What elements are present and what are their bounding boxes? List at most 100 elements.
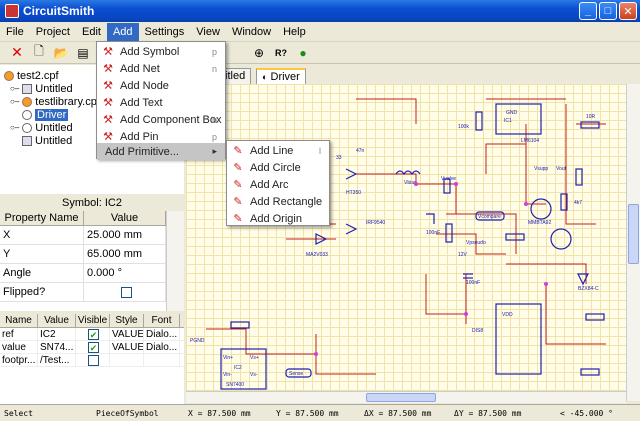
table-cell[interactable]: VALUE bbox=[110, 328, 144, 340]
menu-edit[interactable]: Edit bbox=[76, 23, 107, 41]
visible-checkbox[interactable] bbox=[88, 354, 99, 366]
close-button[interactable]: ✕ bbox=[619, 2, 637, 20]
run-icon[interactable]: ● bbox=[294, 44, 312, 62]
menu-file[interactable]: File bbox=[0, 23, 30, 41]
help-query-icon[interactable]: R? bbox=[272, 44, 290, 62]
maximize-button[interactable]: □ bbox=[599, 2, 617, 20]
schematic-label: SN7400 bbox=[226, 382, 244, 388]
net-icon: ⚒ bbox=[103, 63, 113, 75]
menu-add-net[interactable]: ⚒ Add Net n bbox=[97, 60, 225, 77]
table-row[interactable]: ref IC2 VALUE Dialo... bbox=[0, 328, 184, 341]
menu-add-rectangle[interactable]: ✎ Add Rectangle bbox=[227, 193, 329, 210]
menu-help[interactable]: Help bbox=[277, 23, 312, 41]
menu-bar: File Project Edit Add Settings View Wind… bbox=[0, 22, 640, 42]
table-row[interactable]: value SN74... VALUE Dialo... bbox=[0, 341, 184, 354]
property-value[interactable]: 25.000 mm bbox=[84, 226, 166, 244]
visible-checkbox[interactable] bbox=[88, 341, 99, 353]
table-cell[interactable]: VALUE bbox=[110, 341, 144, 353]
save-icon[interactable]: ▤ bbox=[74, 44, 92, 62]
tree-item-selected[interactable]: Driver bbox=[22, 108, 69, 121]
expander-icon[interactable]: ○– bbox=[10, 84, 19, 93]
column-header[interactable]: Property Name bbox=[0, 211, 84, 225]
wire bbox=[525, 124, 546, 205]
table-cell[interactable] bbox=[110, 354, 144, 366]
property-name: X bbox=[0, 226, 84, 244]
tree-item[interactable]: Untitled bbox=[22, 134, 72, 147]
schematic-canvas[interactable]: IC1 IC2 GND LM6104 MMBTA92 100k 10R 4k7 … bbox=[186, 84, 626, 401]
column-header[interactable]: Font bbox=[144, 314, 180, 327]
menu-add-component-box[interactable]: ⚒ Add Component Box b bbox=[97, 111, 225, 128]
column-header[interactable]: Visible bbox=[76, 314, 110, 327]
column-header[interactable]: Name bbox=[0, 314, 38, 327]
menu-add-text[interactable]: ⚒ Add Text bbox=[97, 94, 225, 111]
table-cell[interactable] bbox=[76, 354, 110, 366]
menu-add-circle[interactable]: ✎ Add Circle bbox=[227, 159, 329, 176]
table-cell[interactable]: SN74... bbox=[38, 341, 76, 353]
menu-add-primitive[interactable]: Add Primitive... ▸ bbox=[97, 143, 225, 160]
property-value[interactable]: 0.000 ° bbox=[84, 264, 166, 282]
minimize-button[interactable]: _ bbox=[579, 2, 597, 20]
menu-view[interactable]: View bbox=[190, 23, 226, 41]
horizontal-scrollbar[interactable] bbox=[186, 391, 626, 403]
menu-add-symbol[interactable]: ⚒ Add Symbol p bbox=[97, 43, 225, 60]
shortcut-key: p bbox=[211, 131, 217, 142]
table-cell[interactable] bbox=[144, 354, 180, 366]
flipped-checkbox[interactable] bbox=[120, 286, 132, 298]
status-dy: ΔY = 87.500 mm bbox=[454, 409, 522, 418]
tree-item[interactable]: ○– Untitled bbox=[10, 82, 73, 95]
wire bbox=[485, 143, 526, 174]
scroll-thumb[interactable] bbox=[366, 393, 436, 402]
column-header[interactable]: Style bbox=[110, 314, 144, 327]
symbol-header: Symbol: IC2 bbox=[0, 197, 184, 211]
library-icon bbox=[22, 96, 33, 107]
property-value[interactable] bbox=[84, 283, 166, 301]
menu-add[interactable]: Add bbox=[106, 22, 139, 41]
tree-item[interactable]: test2.cpf bbox=[4, 69, 59, 82]
menu-add-arc[interactable]: ✎ Add Arc bbox=[227, 176, 329, 193]
document-tabs: titled ◐ Driver bbox=[186, 66, 640, 84]
table-row[interactable]: Angle 0.000 ° bbox=[0, 264, 166, 283]
tab-driver[interactable]: ◐ Driver bbox=[256, 68, 306, 84]
menu-project[interactable]: Project bbox=[30, 23, 76, 41]
status-y: Y = 87.500 mm bbox=[276, 409, 339, 418]
shortcut-key: l bbox=[319, 145, 321, 156]
scroll-thumb[interactable] bbox=[628, 204, 639, 264]
menu-window[interactable]: Window bbox=[226, 23, 277, 41]
menu-add-line[interactable]: ✎ Add Line l bbox=[227, 142, 329, 159]
visible-checkbox[interactable] bbox=[88, 328, 99, 340]
junction-dots bbox=[314, 182, 548, 356]
table-row[interactable]: Y 65.000 mm bbox=[0, 245, 166, 264]
schematic-drawing: IC1 IC2 GND LM6104 MMBTA92 100k 10R 4k7 … bbox=[190, 98, 606, 390]
menu-add-origin[interactable]: ✎ Add Origin bbox=[227, 210, 329, 227]
table-row[interactable]: footpr... /Test... bbox=[0, 354, 184, 367]
table-row[interactable]: Flipped? bbox=[0, 283, 166, 302]
new-file-icon[interactable]: 🗋 bbox=[30, 44, 48, 62]
shortcut-key: p bbox=[211, 46, 217, 57]
column-header[interactable]: Value bbox=[38, 314, 76, 327]
open-folder-icon[interactable]: 📂 bbox=[52, 44, 70, 62]
schematic-label: 100k bbox=[458, 124, 469, 130]
table-cell[interactable]: IC2 bbox=[38, 328, 76, 340]
zoom-icon[interactable]: ⊕ bbox=[250, 44, 268, 62]
menu-settings[interactable]: Settings bbox=[139, 23, 191, 41]
menu-add-node[interactable]: ⚒ Add Node bbox=[97, 77, 225, 94]
capacitor bbox=[426, 213, 435, 224]
property-value[interactable]: 65.000 mm bbox=[84, 245, 166, 263]
junction bbox=[314, 352, 318, 356]
table-cell[interactable] bbox=[76, 328, 110, 340]
table-row[interactable]: X 25.000 mm bbox=[0, 226, 166, 245]
table-cell[interactable]: Dialo... bbox=[144, 341, 180, 353]
tree-item[interactable]: ○– testlibrary.cpf bbox=[10, 95, 100, 108]
column-header[interactable]: Value bbox=[84, 211, 166, 225]
schematic-label: PGND bbox=[190, 338, 205, 344]
delete-icon[interactable]: ✕ bbox=[8, 44, 26, 62]
vertical-scrollbar[interactable] bbox=[626, 84, 640, 401]
expander-icon[interactable]: ○– bbox=[10, 123, 19, 132]
app-icon bbox=[5, 4, 19, 18]
expander-icon[interactable]: ○– bbox=[10, 97, 19, 106]
table-cell[interactable]: Dialo... bbox=[144, 328, 180, 340]
tree-item[interactable]: ○– Untitled bbox=[10, 121, 73, 134]
table-cell[interactable]: /Test... bbox=[38, 354, 76, 366]
table-cell[interactable] bbox=[76, 341, 110, 353]
arc-icon: ✎ bbox=[233, 179, 243, 191]
